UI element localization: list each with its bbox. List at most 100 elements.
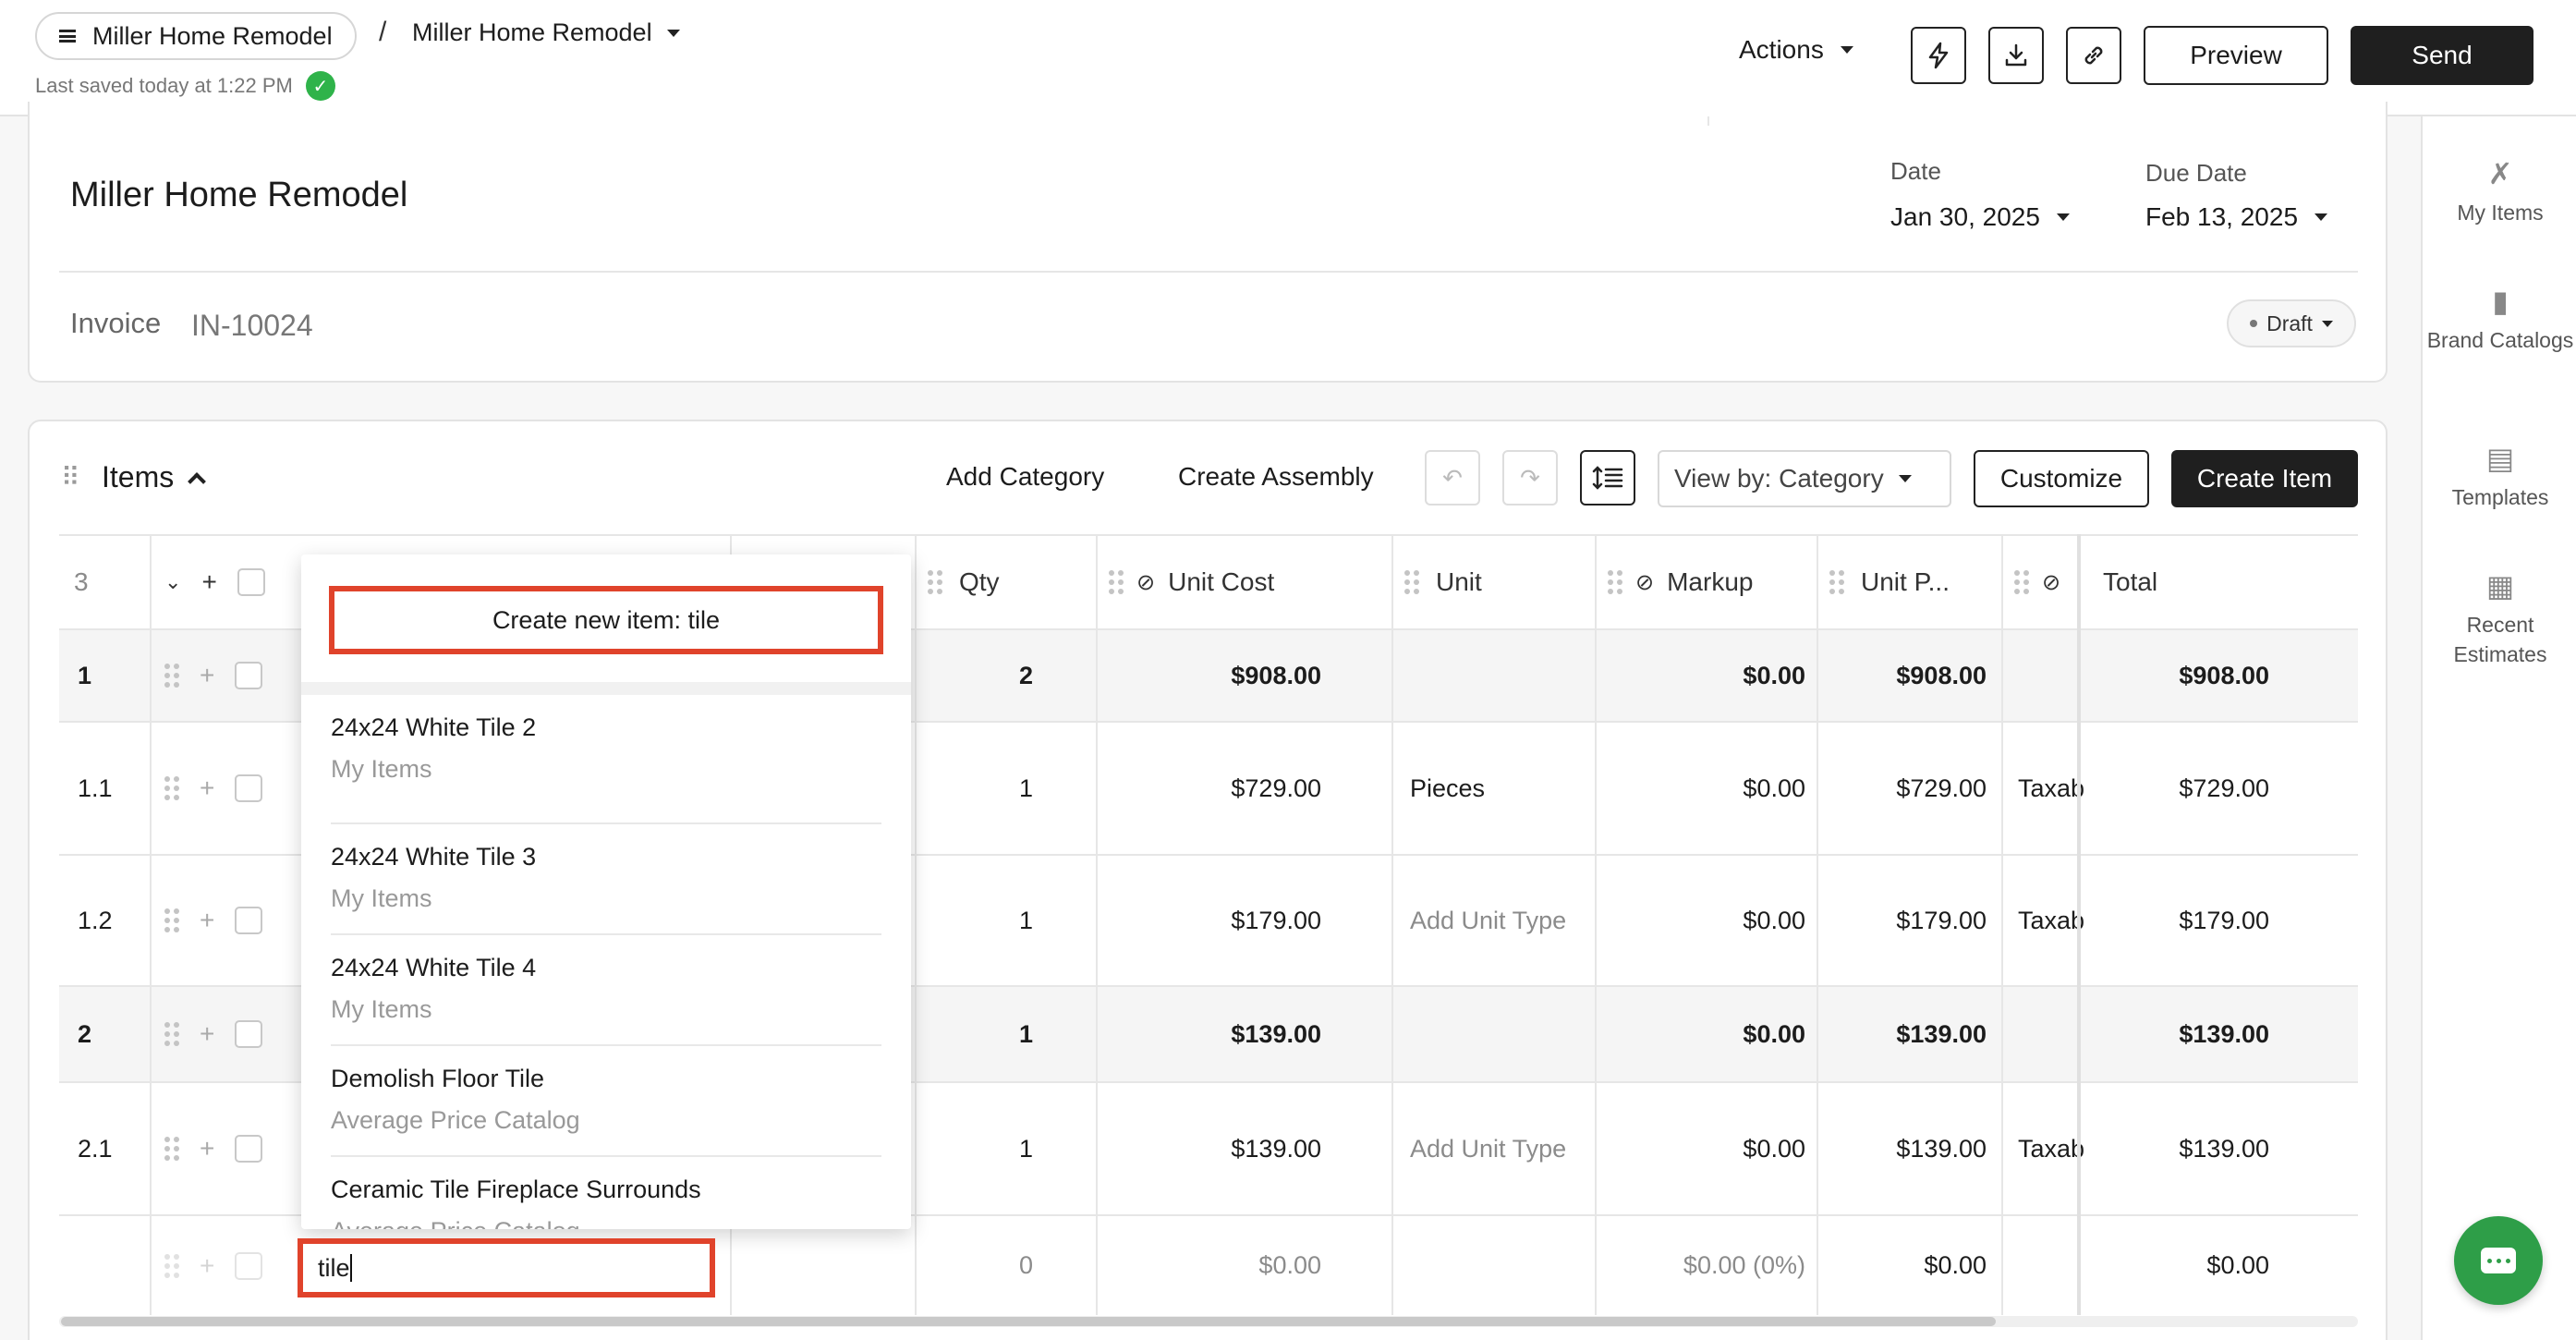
add-category-button[interactable]: Add Category (946, 462, 1104, 492)
redo-button[interactable]: ↷ (1502, 450, 1558, 506)
drag-handle-icon[interactable] (164, 776, 179, 800)
chat-icon (2481, 1248, 2516, 1273)
column-unit-cost[interactable]: ⊘ Unit Cost (1109, 536, 1274, 628)
column-unit-price[interactable]: Unit P... (1829, 536, 1950, 628)
invoice-number[interactable]: IN-10024 (191, 309, 313, 343)
column-markup[interactable]: ⊘ Markup (1608, 536, 1753, 628)
expand-all-icon[interactable]: ⌄ (164, 570, 181, 594)
qty-cell[interactable]: 1 (928, 987, 1033, 1081)
document-title[interactable]: Miller Home Remodel (70, 176, 407, 215)
unit-cost-cell[interactable]: $179.00 (1109, 856, 1321, 985)
column-total[interactable]: Total (2103, 536, 2157, 628)
copy-link-button[interactable] (2066, 27, 2121, 84)
markup-cell[interactable]: $0.00 (1608, 856, 1805, 985)
qty-cell[interactable]: 2 (928, 630, 1033, 721)
unit-cost-cell[interactable]: $729.00 (1109, 723, 1321, 854)
qty-cell[interactable]: 1 (928, 1083, 1033, 1214)
unit-cost-cell[interactable]: $908.00 (1109, 630, 1321, 721)
add-icon[interactable]: + (200, 661, 214, 690)
markup-cell[interactable]: $0.00 (1608, 630, 1805, 721)
row-checkbox[interactable] (235, 1251, 263, 1280)
scrollbar-thumb[interactable] (61, 1317, 1996, 1326)
column-unit[interactable]: Unit (1404, 536, 1482, 628)
create-assembly-button[interactable]: Create Assembly (1178, 462, 1374, 492)
suggestion-item[interactable]: Demolish Floor Tile Average Price Catalo… (331, 1046, 881, 1157)
sidebar-item-brand-catalogs[interactable]: ▮ Brand Catalogs (2423, 285, 2576, 355)
add-icon[interactable]: + (201, 567, 216, 597)
eye-off-icon[interactable]: ⊘ (1635, 569, 1654, 596)
dropdown-divider (301, 682, 911, 695)
suggestion-item[interactable]: Ceramic Tile Fireplace Surrounds Average… (331, 1157, 881, 1229)
unit-cost-cell[interactable]: $139.00 (1109, 987, 1321, 1081)
sidebar-item-my-items[interactable]: ✗ My Items (2423, 157, 2576, 227)
row-checkbox[interactable] (235, 1135, 263, 1163)
markup-cell[interactable]: $0.00 (0%) (1608, 1216, 1805, 1315)
suggestion-item[interactable]: 24x24 White Tile 4 My Items (331, 935, 881, 1046)
unit-price-cell[interactable]: $729.00 (1829, 723, 1987, 854)
eye-off-icon[interactable]: ⊘ (2042, 569, 2060, 596)
drag-handle-icon[interactable]: ⠿ (61, 462, 79, 493)
unit-cost-cell[interactable]: $0.00 (1109, 1216, 1321, 1315)
select-all-checkbox[interactable] (237, 568, 265, 596)
send-button[interactable]: Send (2351, 26, 2533, 85)
drag-handle-icon[interactable] (164, 1137, 179, 1161)
customize-button[interactable]: Customize (1974, 450, 2149, 507)
date-picker[interactable]: Jan 30, 2025 (1890, 202, 2070, 232)
new-item-name-input[interactable]: tile (298, 1238, 715, 1297)
add-icon[interactable]: + (200, 906, 214, 935)
tax-cell[interactable]: Taxab (2018, 723, 2099, 854)
qty-cell[interactable]: 1 (928, 723, 1033, 854)
create-item-button[interactable]: Create Item (2171, 450, 2358, 507)
undo-button[interactable]: ↶ (1425, 450, 1480, 506)
quick-action-button[interactable] (1911, 27, 1966, 84)
unit-cell[interactable]: Add Unit Type (1410, 1083, 1566, 1214)
row-checkbox[interactable] (235, 774, 263, 802)
drag-handle-icon[interactable] (164, 1253, 179, 1278)
add-icon[interactable]: + (200, 774, 214, 803)
unit-cell[interactable]: Add Unit Type (1410, 856, 1566, 985)
qty-cell[interactable]: 0 (928, 1216, 1033, 1315)
view-by-select[interactable]: View by: Category (1658, 450, 1951, 507)
breadcrumb-current-dropdown[interactable]: Miller Home Remodel (412, 18, 680, 47)
preview-button[interactable]: Preview (2144, 26, 2328, 85)
drag-handle-icon[interactable] (164, 1022, 179, 1046)
unit-price-cell[interactable]: $179.00 (1829, 856, 1987, 985)
add-icon[interactable]: + (200, 1019, 214, 1049)
unit-price-cell[interactable]: $139.00 (1829, 987, 1987, 1081)
markup-cell[interactable]: $0.00 (1608, 1083, 1805, 1214)
unit-price-cell[interactable]: $908.00 (1829, 630, 1987, 721)
create-new-item-option[interactable]: Create new item: tile (329, 586, 883, 654)
add-icon[interactable]: + (200, 1251, 214, 1281)
unit-cell[interactable]: Pieces (1410, 723, 1485, 854)
qty-cell[interactable]: 1 (928, 856, 1033, 985)
project-menu-button[interactable]: Miller Home Remodel (35, 12, 357, 60)
tax-cell[interactable]: Taxab (2018, 856, 2099, 985)
column-qty[interactable]: Qty (928, 536, 1000, 628)
row-density-button[interactable] (1580, 450, 1635, 506)
unit-price-cell[interactable]: $139.00 (1829, 1083, 1987, 1214)
row-checkbox[interactable] (235, 907, 263, 934)
sidebar-item-recent-estimates[interactable]: ▦ Recent Estimates (2423, 569, 2576, 669)
suggestion-item[interactable]: 24x24 White Tile 2 My Items (331, 713, 881, 824)
column-tax[interactable]: ⊘ (2014, 536, 2060, 628)
unit-cost-cell[interactable]: $139.00 (1109, 1083, 1321, 1214)
suggestion-item[interactable]: 24x24 White Tile 3 My Items (331, 824, 881, 935)
due-date-picker[interactable]: Feb 13, 2025 (2145, 202, 2328, 232)
markup-cell[interactable]: $0.00 (1608, 987, 1805, 1081)
drag-handle-icon[interactable] (164, 664, 179, 688)
markup-cell[interactable]: $0.00 (1608, 723, 1805, 854)
drag-handle-icon[interactable] (164, 908, 179, 932)
drag-handle-icon (928, 570, 942, 594)
items-section-toggle[interactable]: Items (102, 460, 207, 494)
chat-button[interactable] (2454, 1216, 2543, 1305)
unit-price-cell[interactable]: $0.00 (1829, 1216, 1987, 1315)
actions-dropdown[interactable]: Actions (1739, 35, 1853, 65)
row-checkbox[interactable] (235, 662, 263, 689)
eye-off-icon[interactable]: ⊘ (1136, 569, 1155, 596)
tax-cell[interactable]: Taxab (2018, 1083, 2099, 1214)
download-button[interactable] (1988, 27, 2044, 84)
row-checkbox[interactable] (235, 1020, 263, 1048)
status-badge[interactable]: Draft (2227, 299, 2356, 347)
add-icon[interactable]: + (200, 1134, 214, 1163)
sidebar-item-templates[interactable]: ▤ Templates (2423, 442, 2576, 512)
